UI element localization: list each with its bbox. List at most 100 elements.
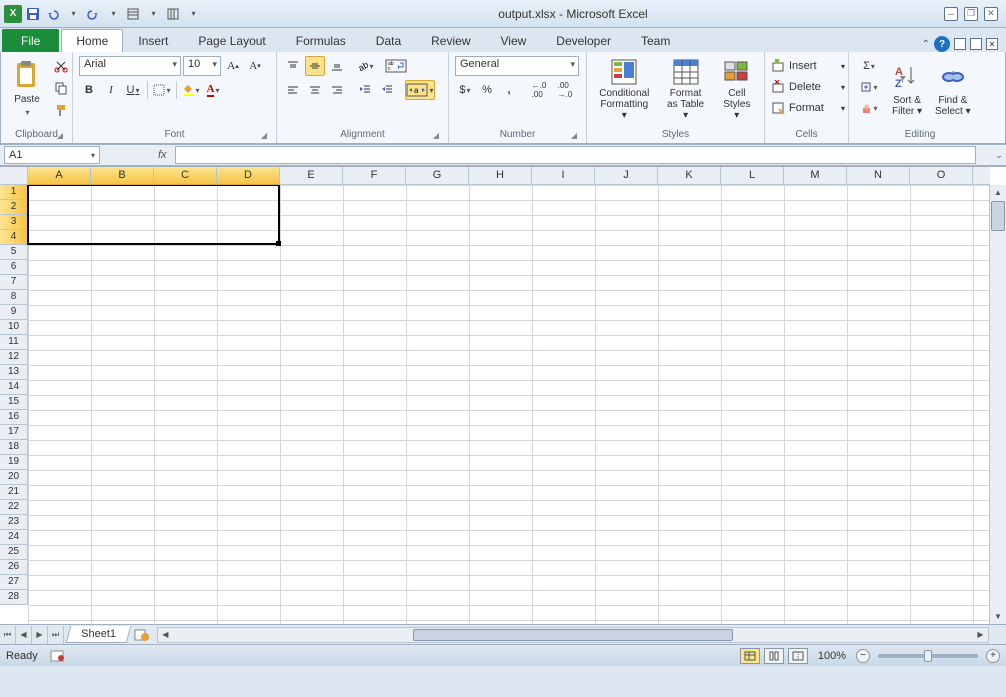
copy-icon[interactable]	[51, 78, 71, 98]
row-header-28[interactable]: 28	[0, 590, 28, 605]
zoom-slider[interactable]	[878, 654, 978, 658]
horizontal-scrollbar[interactable]: ◀ ▶	[157, 627, 989, 643]
align-bottom-icon[interactable]	[327, 56, 347, 76]
row-header-22[interactable]: 22	[0, 500, 28, 515]
orientation-icon[interactable]: ab	[355, 56, 375, 76]
row-header-14[interactable]: 14	[0, 380, 28, 395]
column-header-B[interactable]: B	[91, 167, 154, 185]
vertical-scrollbar[interactable]: ▲ ▼	[989, 185, 1006, 624]
cells-area[interactable]	[28, 185, 989, 624]
redo-dropdown[interactable]	[104, 5, 122, 23]
zoom-slider-handle[interactable]	[924, 650, 932, 662]
scroll-up-icon[interactable]: ▲	[990, 185, 1006, 200]
font-name-select[interactable]: Arial	[79, 56, 181, 76]
sheet-nav-first-icon[interactable]: ⏮	[0, 626, 16, 644]
font-launcher[interactable]: ◢	[258, 129, 270, 141]
row-header-20[interactable]: 20	[0, 470, 28, 485]
column-header-K[interactable]: K	[658, 167, 721, 185]
conditional-formatting-button[interactable]: ConditionalFormatting ▾	[593, 56, 656, 122]
hscroll-thumb[interactable]	[413, 629, 733, 641]
row-header-17[interactable]: 17	[0, 425, 28, 440]
tab-file[interactable]: File	[2, 29, 59, 52]
zoom-in-icon[interactable]: +	[986, 649, 1000, 663]
clipboard-launcher[interactable]: ◢	[54, 129, 66, 141]
select-all-corner[interactable]	[0, 167, 28, 185]
align-right-icon[interactable]	[327, 80, 347, 100]
cut-icon[interactable]	[51, 56, 71, 76]
column-header-N[interactable]: N	[847, 167, 910, 185]
italic-button[interactable]: I	[101, 80, 121, 100]
row-header-12[interactable]: 12	[0, 350, 28, 365]
column-header-E[interactable]: E	[280, 167, 343, 185]
column-header-L[interactable]: L	[721, 167, 784, 185]
qat-custom-2-icon[interactable]	[164, 5, 182, 23]
increase-font-icon[interactable]: A▴	[223, 56, 243, 76]
format-as-table-button[interactable]: Formatas Table ▾	[660, 56, 712, 122]
decrease-decimal-icon[interactable]: .00→.0	[553, 80, 577, 100]
column-header-I[interactable]: I	[532, 167, 595, 185]
expand-formula-bar[interactable]: ⌄	[992, 150, 1006, 161]
merge-center-icon[interactable]: a	[405, 80, 435, 100]
cell-styles-button[interactable]: CellStyles ▾	[716, 56, 758, 122]
name-box[interactable]: A1▾	[4, 146, 100, 164]
row-header-9[interactable]: 9	[0, 305, 28, 320]
row-header-10[interactable]: 10	[0, 320, 28, 335]
qat-custom-1-dropdown[interactable]	[144, 5, 162, 23]
workbook-minimize[interactable]	[954, 38, 966, 50]
font-size-select[interactable]: 10	[183, 56, 221, 76]
row-header-8[interactable]: 8	[0, 290, 28, 305]
align-top-icon[interactable]	[283, 56, 303, 76]
row-header-2[interactable]: 2	[0, 200, 28, 215]
row-header-15[interactable]: 15	[0, 395, 28, 410]
column-header-M[interactable]: M	[784, 167, 847, 185]
row-header-13[interactable]: 13	[0, 365, 28, 380]
row-header-24[interactable]: 24	[0, 530, 28, 545]
tab-page-layout[interactable]: Page Layout	[183, 29, 280, 52]
column-header-O[interactable]: O	[910, 167, 973, 185]
increase-indent-icon[interactable]	[377, 80, 397, 100]
paste-button[interactable]: Paste	[7, 56, 47, 122]
row-header-1[interactable]: 1	[0, 185, 28, 200]
tab-review[interactable]: Review	[416, 29, 485, 52]
delete-cells-button[interactable]: Delete▾	[771, 77, 845, 97]
column-header-J[interactable]: J	[595, 167, 658, 185]
fx-icon[interactable]: fx	[150, 149, 175, 161]
column-header-C[interactable]: C	[154, 167, 217, 185]
comma-format-icon[interactable]: ,	[499, 80, 519, 100]
tab-team[interactable]: Team	[626, 29, 685, 52]
macro-record-icon[interactable]	[50, 649, 66, 663]
tab-view[interactable]: View	[486, 29, 542, 52]
row-header-21[interactable]: 21	[0, 485, 28, 500]
row-header-27[interactable]: 27	[0, 575, 28, 590]
clear-icon[interactable]	[855, 98, 883, 118]
number-launcher[interactable]: ◢	[568, 129, 580, 141]
vscroll-thumb[interactable]	[991, 201, 1005, 231]
row-header-18[interactable]: 18	[0, 440, 28, 455]
row-header-6[interactable]: 6	[0, 260, 28, 275]
row-header-23[interactable]: 23	[0, 515, 28, 530]
fill-color-icon[interactable]	[181, 80, 201, 100]
underline-button[interactable]: U	[123, 80, 143, 100]
scroll-right-icon[interactable]: ▶	[973, 628, 988, 642]
workbook-close[interactable]: ✕	[986, 38, 998, 50]
sheet-nav-last-icon[interactable]: ⏭	[48, 626, 64, 644]
sheet-tab-sheet1[interactable]: Sheet1	[66, 626, 131, 643]
decrease-indent-icon[interactable]	[355, 80, 375, 100]
column-header-F[interactable]: F	[343, 167, 406, 185]
scroll-down-icon[interactable]: ▼	[990, 609, 1006, 624]
row-header-26[interactable]: 26	[0, 560, 28, 575]
row-header-19[interactable]: 19	[0, 455, 28, 470]
percent-format-icon[interactable]: %	[477, 80, 497, 100]
tab-formulas[interactable]: Formulas	[281, 29, 361, 52]
row-header-5[interactable]: 5	[0, 245, 28, 260]
close-button[interactable]: ✕	[984, 7, 998, 21]
minimize-ribbon-icon[interactable]: ⌃	[922, 39, 930, 50]
minimize-button[interactable]: ─	[944, 7, 958, 21]
page-break-view-icon[interactable]	[788, 648, 808, 664]
undo-dropdown[interactable]	[64, 5, 82, 23]
tab-home[interactable]: Home	[61, 29, 123, 52]
fill-icon[interactable]	[855, 77, 883, 97]
accounting-format-icon[interactable]: $	[455, 80, 475, 100]
sheet-nav-next-icon[interactable]: ▶	[32, 626, 48, 644]
normal-view-icon[interactable]	[740, 648, 760, 664]
